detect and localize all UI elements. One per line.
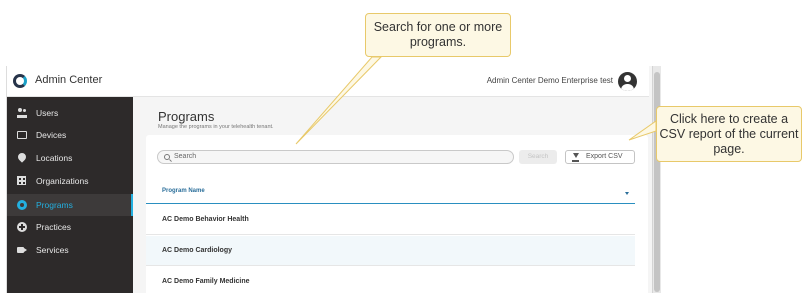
program-name-cell: AC Demo Behavior Health [162,216,249,223]
sidebar: Users Devices Locations Organizations Pr… [7,97,133,293]
organization-icon [17,176,26,185]
video-camera-icon [17,247,24,253]
sidebar-item-organizations[interactable]: Organizations [7,170,133,192]
location-pin-icon [16,151,28,163]
sidebar-item-programs[interactable]: Programs [7,194,133,216]
search-icon [164,154,170,160]
column-header-label: Program Name [162,188,205,194]
sidebar-item-label: Organizations [36,176,89,186]
page: Admin Center Admin Center Demo Enterpris… [0,0,804,293]
export-csv-label: Export CSV [586,153,623,160]
program-name-cell: AC Demo Cardiology [162,247,233,254]
sidebar-item-label: Locations [36,153,73,163]
users-icon [17,108,27,118]
sidebar-item-label: Programs [36,200,73,210]
logo-icon [13,74,27,88]
page-title: Programs [158,109,215,124]
sidebar-item-label: Users [36,108,59,118]
scrollbar-thumb[interactable] [654,72,660,292]
sidebar-item-label: Services [36,245,69,255]
user-avatar-icon[interactable] [618,72,637,91]
tenant-name: Admin Center Demo Enterprise test [486,76,613,85]
main-content: Programs Manage the programs in your tel… [133,97,652,293]
search-callout: Search for one or more programs. [365,13,511,57]
app-title: Admin Center [35,74,103,86]
practices-icon [17,222,27,232]
search-placeholder: Search [174,153,197,160]
search-input[interactable]: Search [157,150,514,164]
sidebar-item-label: Devices [36,130,67,140]
page-subtitle: Manage the programs in your telehealth t… [158,124,274,130]
export-callout: Click here to create a CSV report of the… [656,106,802,162]
sidebar-item-label: Practices [36,222,71,232]
download-icon [572,153,579,162]
sidebar-item-users[interactable]: Users [7,102,133,124]
vertical-scrollbar[interactable] [652,66,661,293]
sidebar-item-locations[interactable]: Locations [7,147,133,169]
sidebar-item-devices[interactable]: Devices [7,124,133,146]
column-header-program-name[interactable]: Program Name [146,179,635,204]
devices-icon [17,131,27,139]
table-row[interactable]: AC Demo Family Medicine [146,267,635,293]
sidebar-item-services[interactable]: Services [7,239,133,261]
table-row[interactable]: AC Demo Behavior Health [146,205,635,235]
sort-arrow-icon[interactable] [625,192,629,195]
program-name-cell: AC Demo Family Medicine [162,278,250,285]
sidebar-item-practices[interactable]: Practices [7,216,133,238]
export-csv-button[interactable]: Export CSV [565,150,635,164]
top-bar: Admin Center Admin Center Demo Enterpris… [7,66,649,97]
app-window: Admin Center Admin Center Demo Enterpris… [6,66,661,293]
programs-icon [17,200,27,210]
table-row[interactable]: AC Demo Cardiology [146,236,635,266]
search-button[interactable]: Search [519,150,557,164]
programs-card: Search Search Export CSV Program Name AC… [146,135,648,293]
